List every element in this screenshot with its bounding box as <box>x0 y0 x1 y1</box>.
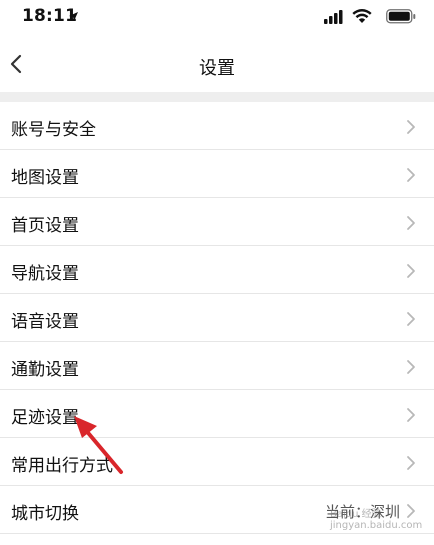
settings-item-label: 地图设置 <box>11 168 79 188</box>
settings-item-account-security[interactable]: 账号与安全 <box>0 102 434 150</box>
settings-item-navigation[interactable]: 导航设置 <box>0 246 434 294</box>
settings-item-voice[interactable]: 语音设置 <box>0 294 434 342</box>
settings-item-label: 城市切换 <box>11 504 79 524</box>
chevron-right-icon <box>407 408 415 422</box>
settings-list: 账号与安全 地图设置 首页设置 导航设置 语音设置 通勤设置 足迹设置 常用出行… <box>0 102 434 534</box>
settings-item-label: 导航设置 <box>11 264 79 284</box>
settings-item-label: 通勤设置 <box>11 360 79 380</box>
settings-item-label: 足迹设置 <box>11 408 79 428</box>
chevron-right-icon <box>407 456 415 470</box>
settings-item-map[interactable]: 地图设置 <box>0 150 434 198</box>
wifi-icon <box>352 9 372 23</box>
settings-item-label: 账号与安全 <box>11 120 96 140</box>
settings-item-label: 语音设置 <box>11 312 79 332</box>
chevron-right-icon <box>407 216 415 230</box>
status-bar: 18:11 <box>0 0 434 34</box>
navigation-bar: 设置 <box>0 34 434 92</box>
page-title: 设置 <box>199 58 235 79</box>
chevron-right-icon <box>407 120 415 134</box>
chevron-right-icon <box>407 264 415 278</box>
cellular-signal-icon <box>324 10 343 24</box>
settings-item-home[interactable]: 首页设置 <box>0 198 434 246</box>
settings-item-travel-mode[interactable]: 常用出行方式 <box>0 438 434 486</box>
settings-item-label: 首页设置 <box>11 216 79 236</box>
chevron-right-icon <box>407 168 415 182</box>
section-divider <box>0 92 434 102</box>
settings-item-commute[interactable]: 通勤设置 <box>0 342 434 390</box>
watermark: Baidu 经验 jingyan.baidu.com <box>330 505 422 531</box>
settings-item-footprint[interactable]: 足迹设置 <box>0 390 434 438</box>
chevron-right-icon <box>407 312 415 326</box>
watermark-text: Baidu 经验 <box>330 509 382 520</box>
watermark-url: jingyan.baidu.com <box>330 520 423 531</box>
chevron-right-icon <box>407 360 415 374</box>
settings-item-label: 常用出行方式 <box>11 456 113 476</box>
location-arrow-icon <box>69 12 78 21</box>
battery-icon <box>386 9 416 24</box>
